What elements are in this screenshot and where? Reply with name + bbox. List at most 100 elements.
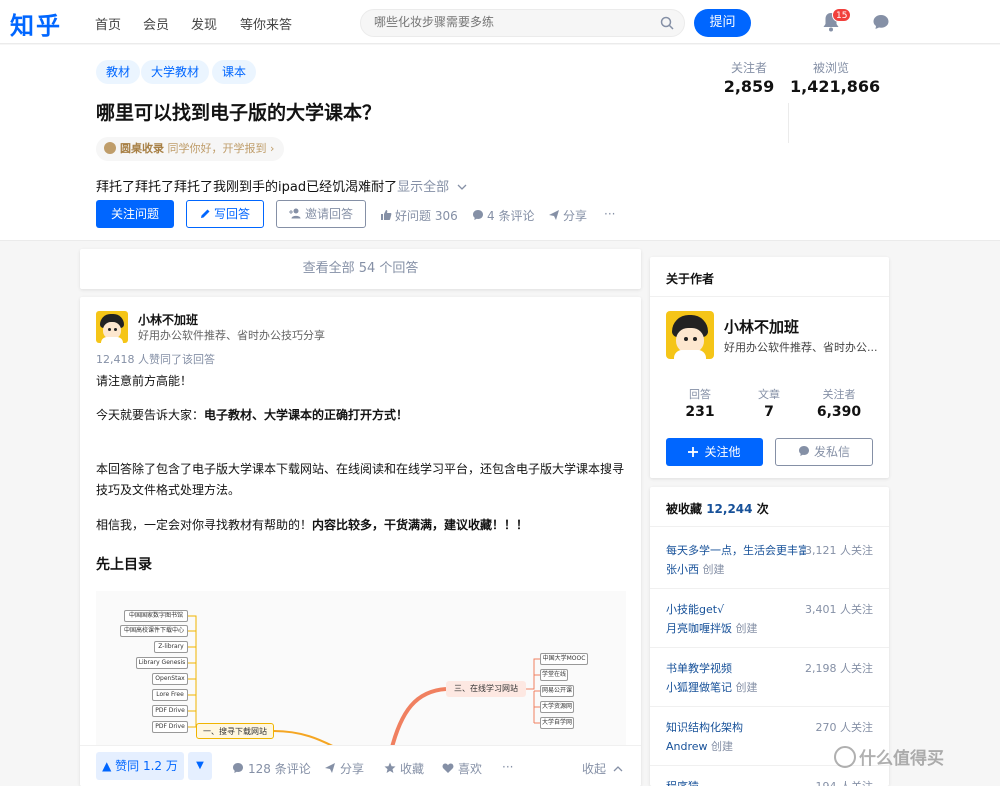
like-button[interactable]: 喜欢 — [442, 760, 482, 777]
roundtable-badge[interactable]: 圆桌收录 同学你好，开学报到 › — [96, 137, 285, 161]
like-label: 喜欢 — [458, 762, 483, 776]
search-icon[interactable] — [660, 16, 674, 30]
answer-paragraph: 今天就要告诉大家：电子教材、大学课本的正确打开方式！ — [96, 405, 626, 426]
search-box — [360, 9, 685, 37]
answer-comments-button[interactable]: 128 条评论 — [232, 760, 311, 777]
author-name[interactable]: 小林不加班 — [138, 311, 198, 328]
answer-more-icon[interactable]: ··· — [502, 760, 513, 774]
question-description: 拜托了拜托了拜托了我刚到手的ipad已经饥渴难耐了显示全部 — [96, 176, 467, 195]
more-options-icon[interactable]: ··· — [604, 207, 615, 221]
send-message-button[interactable]: 发私信 — [775, 438, 873, 466]
question-comments-action[interactable]: 4 条评论 — [472, 207, 534, 224]
collection-title[interactable]: 书单教学视频 — [666, 660, 806, 676]
answer-share-button[interactable]: 分享 — [324, 760, 364, 777]
about-author-card: 关于作者 小林不加班 好用办公软件推荐、省时办公... 回答 231 文章 7 … — [650, 257, 889, 478]
answers-count-label[interactable]: 回答 — [665, 386, 735, 402]
message-bubble-icon — [798, 446, 809, 456]
followers-label: 关注者 — [730, 61, 767, 75]
topic-tag[interactable]: 课本 — [212, 60, 257, 84]
ask-button[interactable]: 提问 — [694, 9, 751, 37]
invite-answer-button[interactable]: 邀请回答 — [276, 200, 366, 228]
nav-waiting-answers[interactable]: 等你来答 — [240, 14, 292, 33]
collection-followers: 194 人关注 — [816, 778, 874, 786]
plus-icon — [688, 447, 699, 457]
collection-followers: 3,121 人关注 — [805, 544, 873, 557]
topic-tag[interactable]: 教材 — [96, 60, 141, 84]
good-question-label: 好问题 306 — [395, 209, 458, 223]
created-label: 创建 — [711, 740, 734, 753]
topic-tag[interactable]: 大学教材 — [141, 60, 210, 84]
nav-vip[interactable]: 会员 — [143, 14, 169, 33]
notification-badge: 15 — [832, 8, 852, 22]
answers-count[interactable]: 231 — [665, 404, 735, 420]
good-question-action[interactable]: 好问题 306 — [380, 207, 458, 224]
comment-icon — [233, 763, 243, 773]
mindmap-node: 中国高校课件下载中心 — [120, 625, 188, 637]
collect-button[interactable]: 收藏 — [384, 760, 424, 777]
top-navbar: 知乎 首页 会员 发现 等你来答 提问 15 — [0, 0, 1000, 44]
collection-followers: 2,198 人关注 — [805, 662, 873, 675]
collection-followers: 3,401 人关注 — [805, 603, 873, 616]
creator-link[interactable]: 月亮咖喱拌饭 — [666, 622, 732, 635]
divider — [650, 588, 889, 589]
collections-prefix: 被收藏 — [666, 502, 703, 516]
nav-home[interactable]: 首页 — [95, 14, 121, 33]
answer-comments-label: 128 条评论 — [248, 762, 311, 776]
followers-count: 2,859 — [723, 77, 775, 96]
search-input[interactable] — [374, 15, 644, 29]
collection-title[interactable]: 每天多学一点，生活会更丰富 — [666, 542, 806, 558]
divider — [650, 706, 889, 707]
author-followers-count[interactable]: 6,390 — [804, 404, 874, 420]
collections-count: 12,244 — [706, 502, 753, 516]
author-followers-label[interactable]: 关注者 — [804, 386, 874, 402]
collection-title[interactable]: 小技能get√ — [666, 601, 806, 617]
upvote-button[interactable]: ▲ 赞同 1.2 万 — [96, 752, 184, 780]
collection-title[interactable]: 程序猿 — [666, 778, 806, 786]
creator-link[interactable]: 小狐狸做笔记 — [666, 681, 732, 694]
collections-card: 被收藏 12,244 次 每天多学一点，生活会更丰富 3,121 人关注 张小西… — [650, 487, 889, 786]
stat-divider — [788, 103, 789, 143]
mindmap-node: OpenStax — [152, 673, 188, 685]
view-all-answers-link[interactable]: 查看全部 54 个回答 — [80, 249, 641, 289]
mindmap-branch: 一、搜寻下载网站 — [196, 723, 274, 739]
roundtable-text: 同学你好，开学报到 — [167, 142, 267, 155]
answer-card: 小林不加班 好用办公软件推荐、省时办公技巧分享 12,418 人赞同了该回答 请… — [80, 297, 641, 786]
answer-share-label: 分享 — [340, 762, 365, 776]
downvote-button[interactable]: ▼ — [188, 752, 212, 780]
answer-action-bar: ▲ 赞同 1.2 万 ▼ 128 条评论 分享 收藏 喜欢 ··· 收起 — [80, 745, 641, 786]
creator-link[interactable]: Andrew — [666, 740, 708, 753]
toc-heading: 先上目录 — [96, 557, 152, 573]
mindmap-node: Z-library — [154, 641, 188, 653]
chevron-up-icon — [613, 766, 623, 772]
follow-question-button[interactable]: 关注问题 — [96, 200, 174, 228]
author-avatar[interactable] — [96, 311, 128, 343]
author-bio: 好用办公软件推荐、省时办公技巧分享 — [138, 329, 325, 342]
share-action[interactable]: 分享 — [548, 207, 587, 224]
collapse-button[interactable]: 收起 — [582, 760, 623, 777]
collection-title[interactable]: 知识结构化架构 — [666, 719, 806, 735]
creator-link[interactable]: 张小西 — [666, 563, 699, 576]
articles-count-label[interactable]: 文章 — [734, 386, 804, 402]
mindmap-image[interactable]: 中国国家数字图书馆 中国高校课件下载中心 Z-library Library G… — [96, 591, 626, 751]
nav-discover[interactable]: 发现 — [191, 14, 217, 33]
thumbs-up-icon — [381, 210, 392, 220]
mindmap-node: PDF Drive — [152, 721, 188, 733]
zhihu-logo[interactable]: 知乎 — [10, 6, 62, 41]
follow-author-button[interactable]: 关注他 — [666, 438, 763, 466]
mindmap-node: PDF Drive — [152, 705, 188, 717]
chevron-down-icon[interactable] — [457, 183, 467, 191]
articles-count[interactable]: 7 — [734, 404, 804, 420]
author-avatar-large[interactable] — [666, 311, 714, 359]
write-answer-button[interactable]: 写回答 — [186, 200, 264, 228]
divider — [650, 647, 889, 648]
messages-icon[interactable] — [872, 13, 890, 31]
divider — [650, 526, 889, 527]
collections-suffix: 次 — [756, 502, 769, 516]
mindmap-node: 中国国家数字图书馆 — [124, 610, 188, 622]
show-all-link[interactable]: 显示全部 — [397, 180, 449, 195]
mindmap-node: 学堂在线 — [540, 669, 568, 681]
share-label: 分享 — [563, 209, 588, 223]
star-icon — [384, 762, 396, 773]
sidebar-author-name[interactable]: 小林不加班 — [724, 316, 799, 337]
send-message-label: 发私信 — [813, 445, 850, 459]
